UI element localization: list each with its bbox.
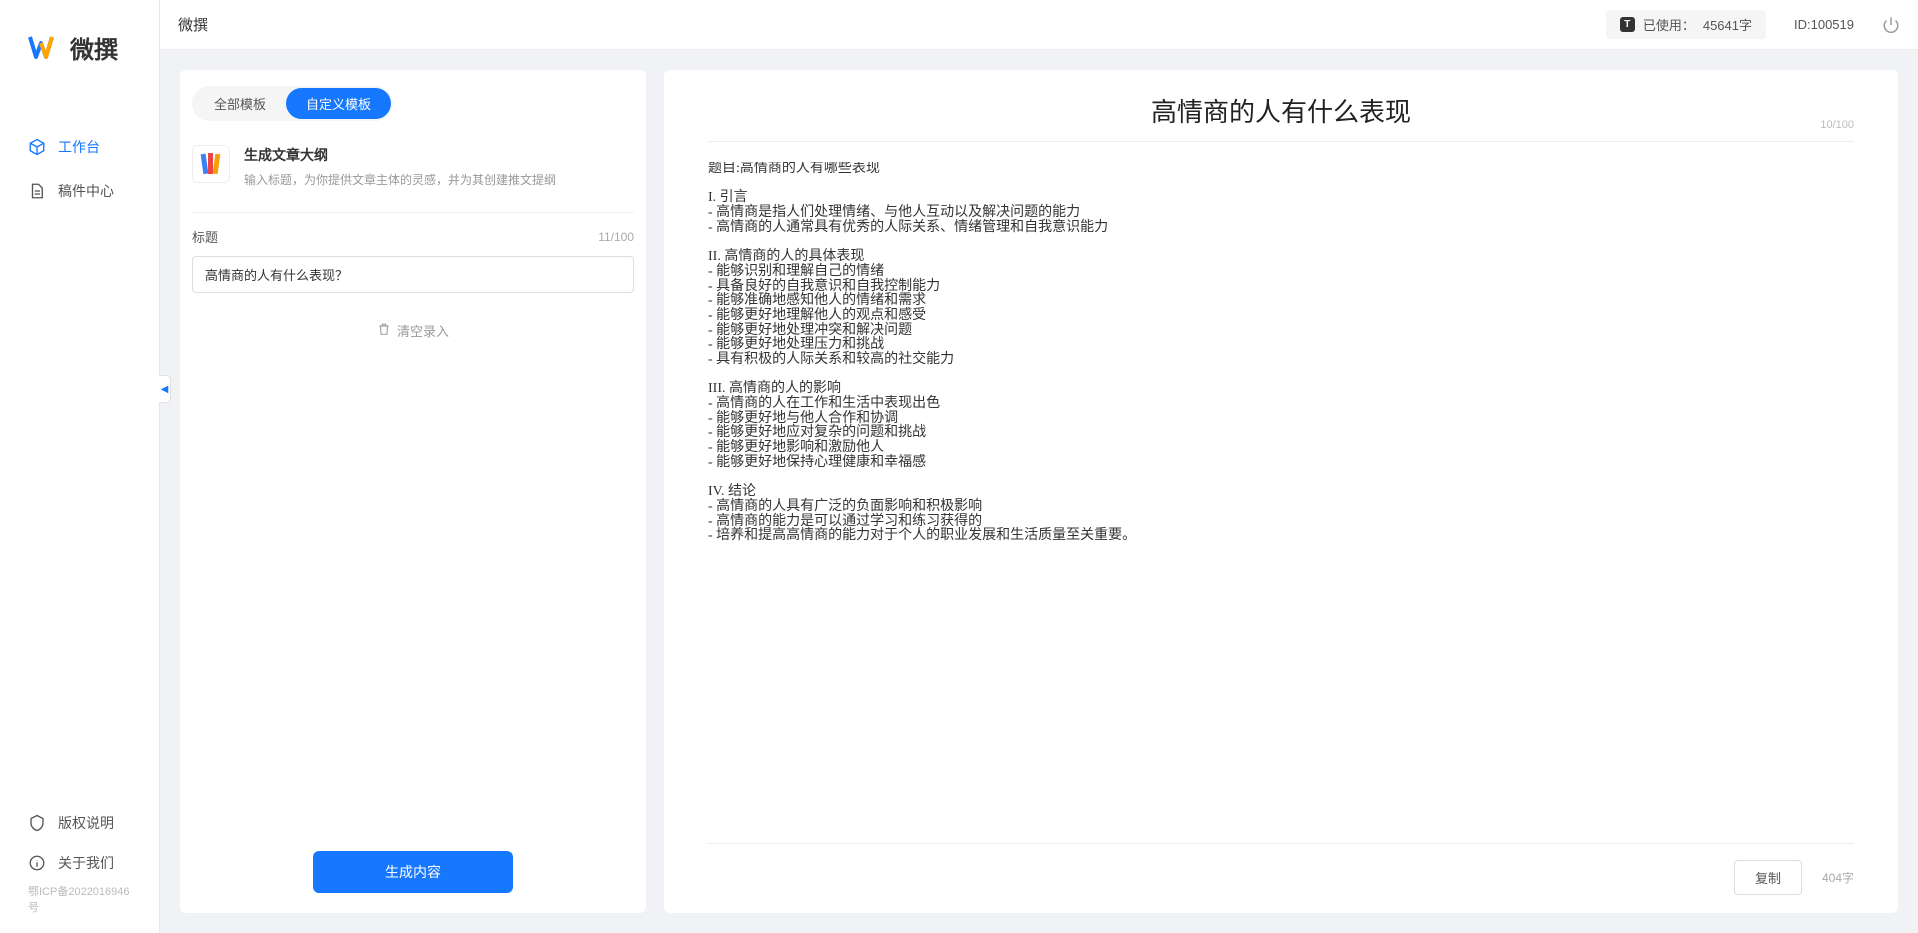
sidebar-collapse-handle[interactable]: ◀ [159,375,171,403]
books-icon [192,145,230,183]
user-id: ID:100519 [1794,17,1854,32]
output-header: 高情商的人有什么表现 10/100 [708,92,1854,142]
tab-custom-templates[interactable]: 自定义模板 [286,88,391,119]
nav-item-label: 工作台 [58,137,100,157]
output-body[interactable]: 题目:高情商的人有哪些表现 I. 引言 - 高情商是指人们处理情绪、与他人互动以… [708,162,1854,843]
trash-icon [377,322,391,339]
output-title: 高情商的人有什么表现 [708,92,1854,129]
icp-text: 鄂ICP备2022016946号 [0,883,159,915]
usage-value: 45641字 [1703,15,1752,34]
tab-all-templates[interactable]: 全部模板 [194,88,286,119]
nav-item-copyright[interactable]: 版权说明 [0,803,159,843]
nav-menu: 工作台 稿件中心 [0,85,159,793]
title-input[interactable] [192,256,634,293]
right-panel: 高情商的人有什么表现 10/100 题目:高情商的人有哪些表现 I. 引言 - … [664,70,1898,913]
page-title: 微撰 [178,14,208,35]
divider [192,212,634,213]
document-icon [28,182,46,200]
shield-icon [28,814,46,832]
chevron-left-icon: ◀ [161,384,169,395]
output-title-count: 10/100 [1820,119,1854,131]
left-panel: 全部模板 自定义模板 生成文章大纲 输入标题，为你提供文章主体 [180,70,646,913]
main-area: 微撰 T 已使用： 45641字 ID:100519 [160,0,1918,933]
copy-button[interactable]: 复制 [1734,860,1802,895]
topbar-right: T 已使用： 45641字 ID:100519 [1606,10,1900,39]
usage-badge[interactable]: T 已使用： 45641字 [1606,10,1766,39]
sidebar-footer: 版权说明 关于我们 鄂ICP备2022016946号 [0,793,159,933]
cube-icon [28,138,46,156]
template-desc: 输入标题，为你提供文章主体的灵感，并为其创建推文提纲 [244,171,556,188]
nav-item-label: 版权说明 [58,813,114,833]
nav-item-manuscripts[interactable]: 稿件中心 [0,169,159,213]
nav-item-label: 稿件中心 [58,181,114,201]
info-icon [28,854,46,872]
logo-text: 微撰 [70,30,118,65]
generate-button[interactable]: 生成内容 [313,851,513,893]
sidebar: 微撰 工作台 稿件中心 [0,0,160,933]
output-footer: 复制 404字 [708,843,1854,895]
char-count: 11/100 [598,230,634,244]
nav-item-label: 关于我们 [58,853,114,873]
template-title: 生成文章大纲 [244,145,556,165]
topbar: 微撰 T 已使用： 45641字 ID:100519 [160,0,1918,50]
clear-button[interactable]: 清空录入 [192,321,634,340]
nav-item-about[interactable]: 关于我们 [0,843,159,883]
power-icon[interactable] [1882,16,1900,34]
template-card: 生成文章大纲 输入标题，为你提供文章主体的灵感，并为其创建推文提纲 [192,143,634,190]
template-tabs: 全部模板 自定义模板 [180,70,646,133]
text-icon: T [1620,17,1635,32]
logo-icon [28,31,62,65]
form-label-title: 标题 [192,227,218,246]
clear-label: 清空录入 [397,321,449,340]
word-count: 404字 [1822,869,1854,886]
logo: 微撰 [0,0,159,85]
nav-item-workspace[interactable]: 工作台 [0,125,159,169]
content: 全部模板 自定义模板 生成文章大纲 输入标题，为你提供文章主体 [160,50,1918,933]
form-area: 标题 11/100 清空录入 [180,227,646,851]
usage-prefix: 已使用： [1643,15,1695,34]
